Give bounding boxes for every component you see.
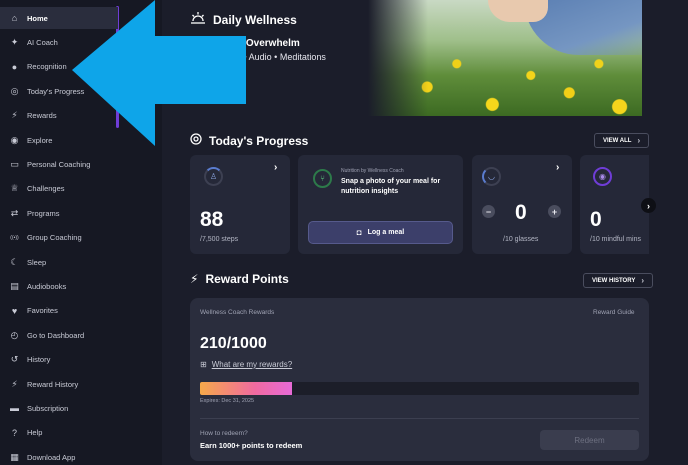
sidebar-item-label: Sleep xyxy=(27,257,47,267)
how-to-redeem-label: How to redeem? xyxy=(200,430,248,437)
sidebar-item-reward-history[interactable]: ⚡ Reward History xyxy=(0,373,118,395)
mindful-value: 0 xyxy=(590,208,602,231)
mindful-card[interactable]: ◉ 0 /10 mindful mins xyxy=(580,155,649,254)
points-value: 210/1000 xyxy=(200,335,267,352)
todays-progress-header: Today's Progress xyxy=(190,133,308,148)
section-title: Reward Points xyxy=(205,272,289,286)
target-icon xyxy=(190,133,202,148)
glass-icon: ◡ xyxy=(482,167,501,186)
water-goal: /10 glasses xyxy=(503,236,539,243)
swap-icon: ⇄ xyxy=(10,207,19,218)
chevron-right-icon: › xyxy=(641,276,645,285)
nutrition-text: Snap a photo of your meal for nutrition … xyxy=(341,178,441,195)
sidebar-item-label: Group Coaching xyxy=(27,233,82,243)
home-icon: ⌂ xyxy=(11,13,18,23)
chevron-right-icon[interactable]: › xyxy=(274,162,277,173)
sidebar-item-history[interactable]: ↺ History xyxy=(0,349,118,371)
steps-goal: /7,500 steps xyxy=(200,236,239,243)
bolt-icon: ⚡ xyxy=(11,378,18,389)
sidebar-item-sleep[interactable]: ☾ Sleep xyxy=(0,251,118,273)
sidebar-item-label: Explore xyxy=(27,135,53,145)
sidebar-item-personal-coaching[interactable]: ▭ Personal Coaching xyxy=(0,153,118,175)
view-all-button[interactable]: VIEW ALL › xyxy=(594,133,650,148)
sidebar-item-label: Audiobooks xyxy=(27,281,67,291)
fork-knife-icon: ⑂ xyxy=(313,169,332,188)
rewards-card-title: Wellness Coach Rewards xyxy=(200,309,275,316)
eye-icon: ◉ xyxy=(593,167,612,186)
help-icon: ? xyxy=(11,427,17,438)
water-card[interactable]: ◡ › − 0 + /10 glasses xyxy=(472,155,572,254)
bolt-icon: ⚡ xyxy=(11,110,18,121)
log-meal-button[interactable]: ◘ Log a meal xyxy=(308,221,453,244)
chevron-right-icon[interactable]: › xyxy=(556,162,559,173)
sidebar-item-label: Reward History xyxy=(27,379,79,389)
chat-icon: ▭ xyxy=(10,158,19,169)
reward-points-header: ⚡ Reward Points xyxy=(190,272,289,286)
pointer-arrow-icon xyxy=(72,0,246,146)
sidebar-item-label: Challenges xyxy=(27,184,65,194)
sidebar-item-label: Download App xyxy=(27,452,76,462)
sidebar-item-label: Programs xyxy=(27,208,60,218)
qr-icon: ▦ xyxy=(10,451,19,462)
sidebar-item-favorites[interactable]: ♥ Favorites xyxy=(0,300,118,322)
sidebar-item-help[interactable]: ? Help xyxy=(0,422,118,444)
dashboard-icon: ◴ xyxy=(10,329,19,340)
sidebar-item-label: Go to Dashboard xyxy=(27,330,85,340)
sidebar-item-label: Home xyxy=(27,13,48,23)
moon-icon: ☾ xyxy=(10,256,19,267)
view-history-button[interactable]: VIEW HISTORY › xyxy=(583,273,654,288)
sidebar-item-group-coaching[interactable]: ((•)) Group Coaching xyxy=(0,227,118,249)
hero-image[interactable] xyxy=(368,0,664,116)
sidebar-item-label: AI Coach xyxy=(27,37,58,47)
history-icon: ↺ xyxy=(10,354,19,365)
steps-card[interactable]: ♙ › 88 /7,500 steps xyxy=(190,155,290,254)
sidebar-item-label: Subscription xyxy=(27,403,69,413)
chevron-right-icon: › xyxy=(637,136,641,145)
target-icon: ◎ xyxy=(10,85,19,96)
gift-icon: ⊞ xyxy=(200,360,207,369)
points-progress-bar xyxy=(200,382,639,395)
card-icon: ▬ xyxy=(10,403,19,414)
sidebar-item-label: Help xyxy=(27,428,43,438)
sparkle-icon: ✦ xyxy=(10,36,19,47)
expiry-text: Expires: Dec 31, 2025 xyxy=(200,398,255,404)
steps-value: 88 xyxy=(200,208,224,231)
sidebar-item-label: Favorites xyxy=(27,306,58,316)
points-progress-fill xyxy=(200,382,293,395)
earn-points-text: Earn 1000+ points to redeem xyxy=(200,441,303,450)
redeem-button[interactable]: Redeem xyxy=(540,430,639,450)
reward-guide-link[interactable]: Reward Guide xyxy=(593,309,635,316)
sidebar-item-programs[interactable]: ⇄ Programs xyxy=(0,202,118,224)
walking-icon: ♙ xyxy=(204,167,223,186)
decrease-water-button[interactable]: − xyxy=(482,205,495,218)
carousel-next-button[interactable]: › xyxy=(641,198,656,213)
camera-icon: ◘ xyxy=(356,228,362,237)
sidebar-item-challenges[interactable]: ♕ Challenges xyxy=(0,178,118,200)
compass-icon: ◉ xyxy=(10,134,19,145)
section-title: Today's Progress xyxy=(209,133,309,148)
mindful-goal: /10 mindful mins xyxy=(590,236,641,243)
broadcast-icon: ((•)) xyxy=(10,234,19,241)
divider xyxy=(200,418,639,419)
trophy-icon: ♕ xyxy=(10,183,19,194)
sidebar-item-go-to-dashboard[interactable]: ◴ Go to Dashboard xyxy=(0,324,118,346)
sidebar-item-label: Recognition xyxy=(27,62,67,72)
heart-icon: ♥ xyxy=(11,305,18,316)
sidebar-item-subscription[interactable]: ▬ Subscription xyxy=(0,397,118,419)
user-icon: ● xyxy=(11,61,18,72)
sidebar-item-download-app[interactable]: ▦ Download App xyxy=(0,446,118,465)
what-rewards-row[interactable]: ⊞ What are my rewards? xyxy=(200,360,292,369)
sidebar-item-label: Rewards xyxy=(27,111,57,121)
what-rewards-link[interactable]: What are my rewards? xyxy=(212,360,292,369)
sidebar-item-label: History xyxy=(27,355,51,365)
water-value: 0 xyxy=(515,201,527,224)
bolt-icon: ⚡ xyxy=(190,272,199,286)
nutrition-kicker: Nutrition by Wellness Coach xyxy=(341,168,404,174)
increase-water-button[interactable]: + xyxy=(548,205,561,218)
sidebar-item-label: Personal Coaching xyxy=(27,159,91,169)
book-icon: ▤ xyxy=(10,280,19,291)
sidebar-item-audiobooks[interactable]: ▤ Audiobooks xyxy=(0,275,118,297)
